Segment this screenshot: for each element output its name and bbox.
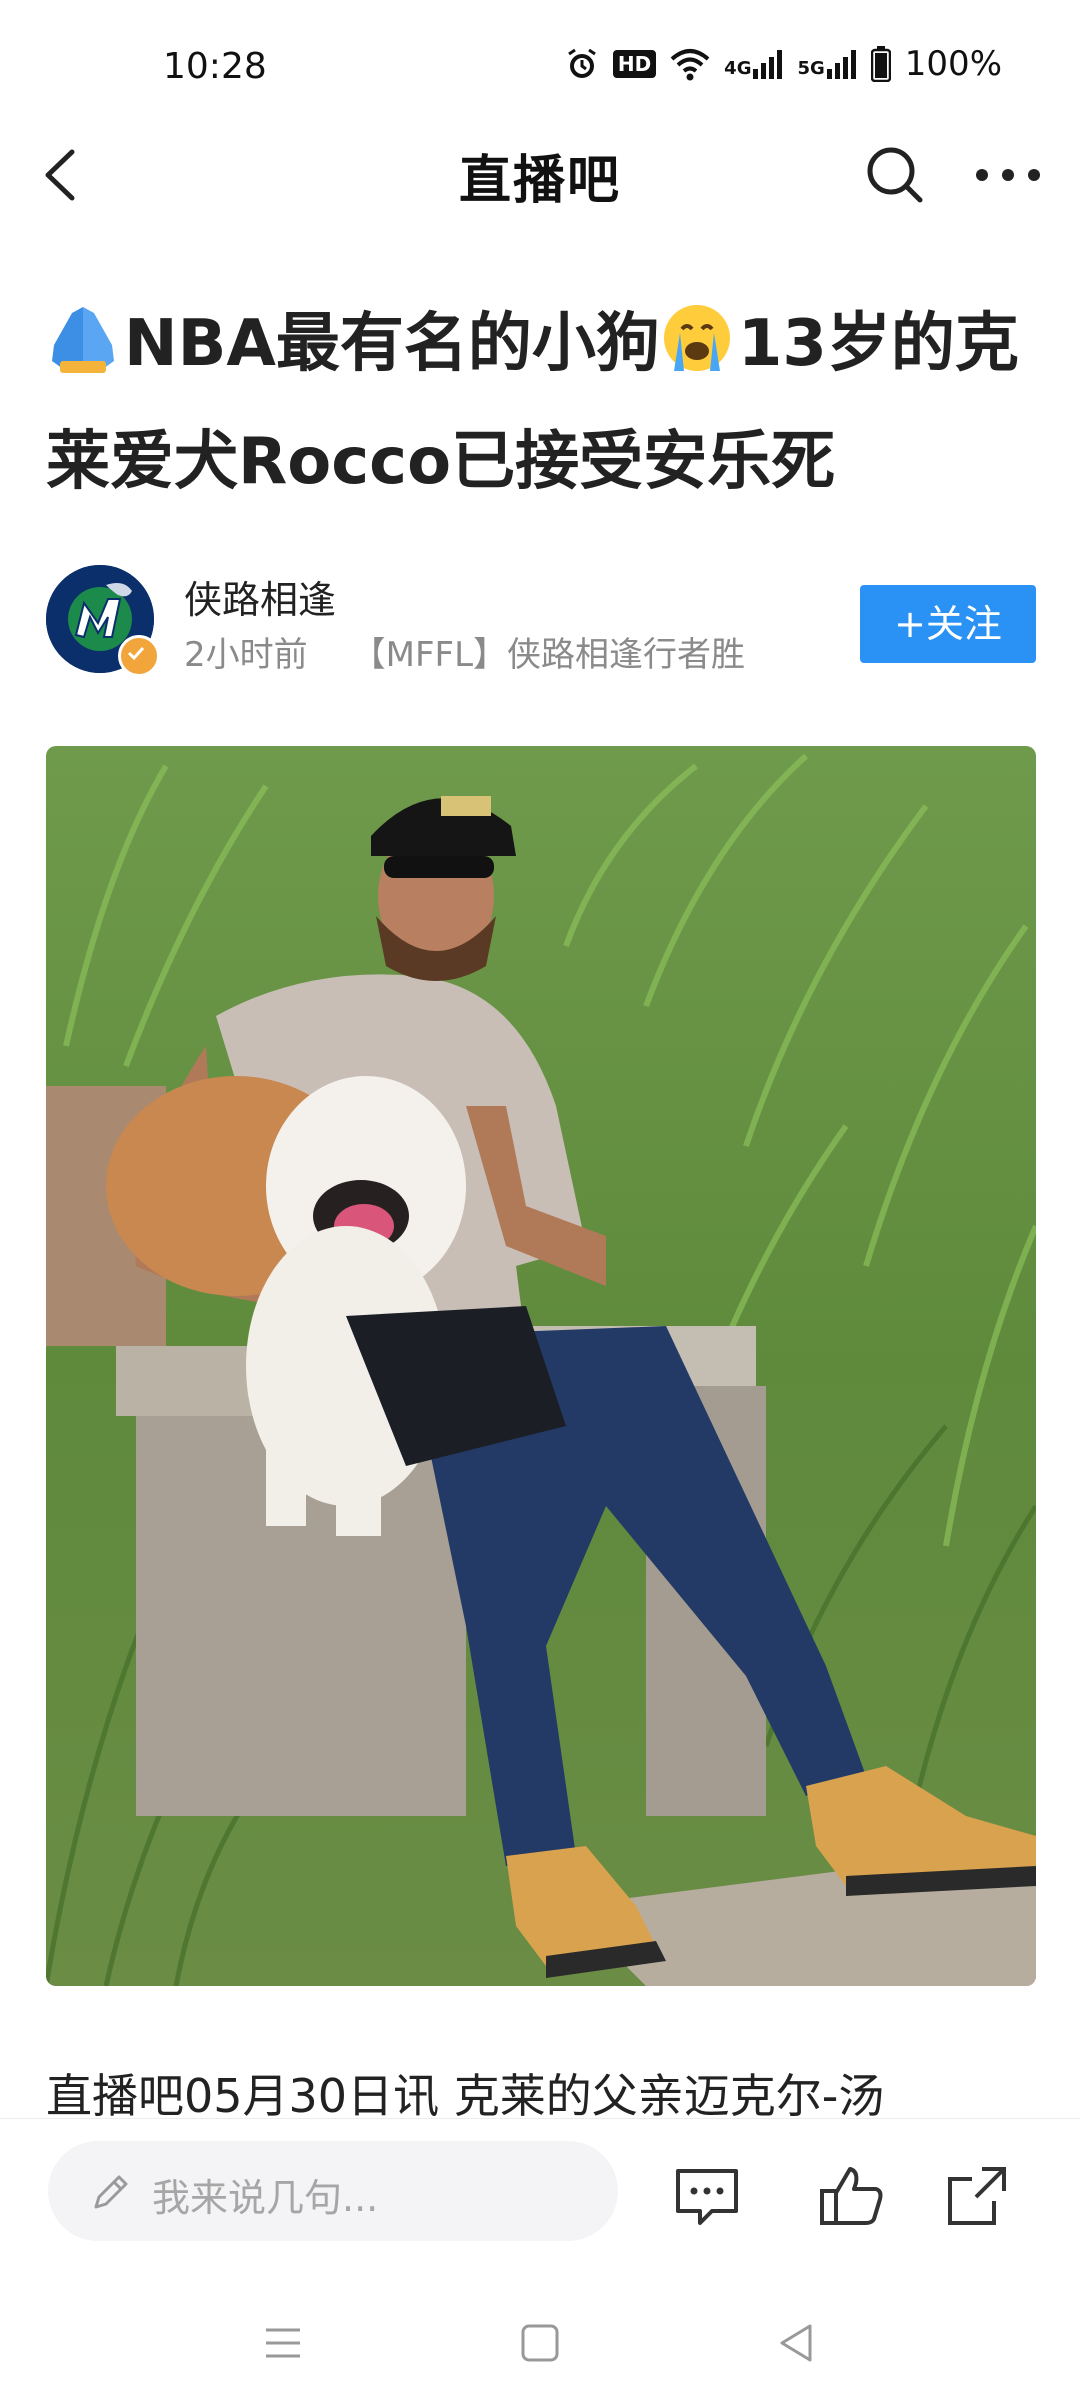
author-name[interactable]: 侠路相逢 (184, 569, 336, 624)
signal-4g-icon: 4G (724, 49, 783, 79)
home-icon[interactable] (515, 2318, 565, 2368)
battery-percent: 100% (904, 44, 1002, 84)
signal-5g-icon: 5G (797, 49, 856, 79)
search-button[interactable] (860, 140, 930, 210)
crying-face-icon (660, 301, 734, 375)
bottom-action-bar: 我来说几句... (0, 2118, 1080, 2279)
article-image[interactable] (46, 746, 1036, 1986)
comments-button[interactable] (672, 2161, 742, 2231)
share-icon (948, 2167, 1006, 2225)
system-navigation-bar (0, 2278, 1080, 2400)
author-meta: 2小时前 【MFFL】侠路相逢行者胜 (184, 627, 745, 676)
status-icons: HD 4G 5G 100% (565, 44, 1002, 84)
comment-icon (676, 2169, 738, 2225)
praying-hands-icon (46, 301, 120, 375)
back-triangle-icon[interactable] (772, 2318, 822, 2368)
article-body-preview: 直播吧05月30日讯 克莱的父亲迈克尔-汤 (46, 2069, 885, 2120)
menu-icon[interactable] (258, 2318, 308, 2368)
author-row: 侠路相逢 2小时前 【MFFL】侠路相逢行者胜 +关注 (46, 565, 1036, 677)
hd-icon: HD (612, 50, 657, 78)
search-icon (867, 147, 923, 203)
like-button[interactable] (816, 2161, 886, 2231)
share-button[interactable] (942, 2161, 1012, 2231)
post-time: 2小时前 (184, 635, 308, 675)
wifi-icon (670, 47, 710, 81)
pencil-icon (94, 2175, 128, 2209)
comment-placeholder: 我来说几句... (152, 2176, 379, 2220)
top-nav: 直播吧 (0, 120, 1080, 230)
author-signature: 【MFFL】侠路相逢行者胜 (351, 635, 746, 675)
comment-input[interactable]: 我来说几句... (48, 2141, 618, 2241)
follow-button[interactable]: +关注 (860, 585, 1036, 663)
status-time: 10:28 (163, 46, 267, 87)
verified-badge-icon (118, 635, 160, 677)
article-headline: NBA最有名的小狗 13岁的克莱爱犬Rocco已接受安乐死 (46, 285, 1046, 521)
avatar[interactable] (46, 565, 160, 677)
more-button[interactable] (968, 140, 1048, 210)
more-dots-icon (976, 169, 1040, 181)
alarm-icon (565, 47, 599, 81)
battery-icon (870, 46, 891, 82)
thumbs-up-icon (820, 2167, 883, 2225)
status-bar: 10:28 HD 4G 5G 100% (0, 0, 1080, 140)
headline-part1: NBA最有名的小狗 (124, 307, 660, 381)
